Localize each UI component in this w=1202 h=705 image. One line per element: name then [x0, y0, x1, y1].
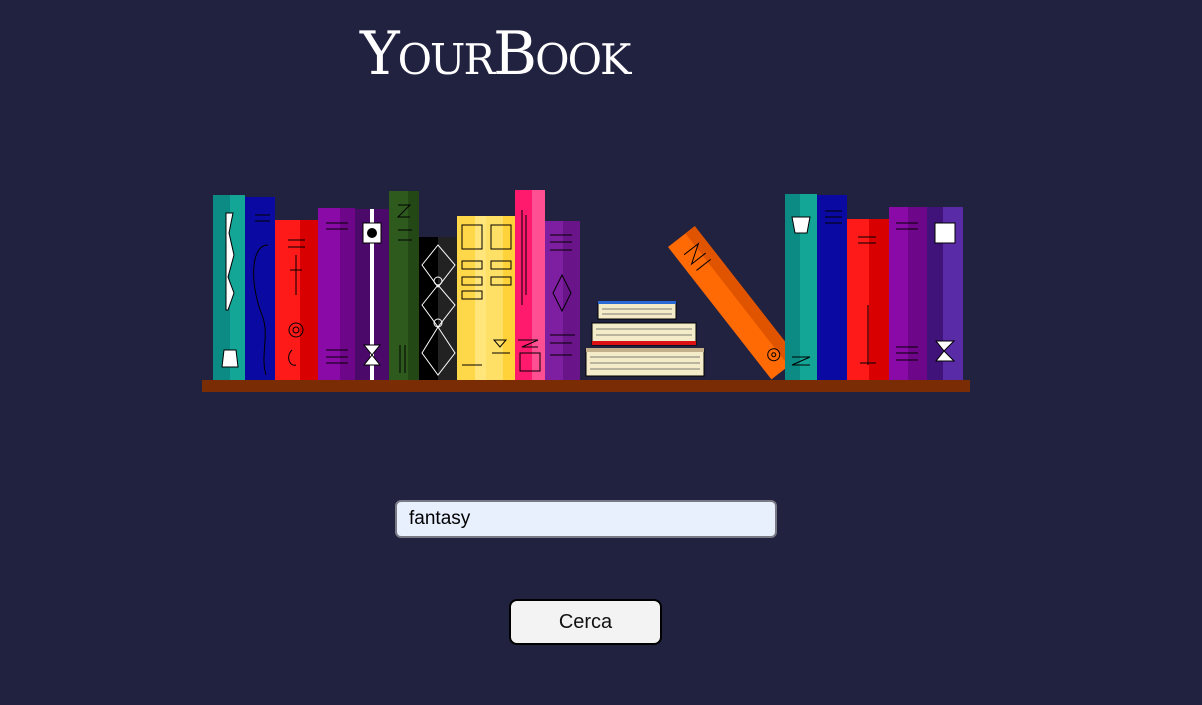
- bookshelf-illustration: [202, 190, 970, 392]
- book-violet-right: [927, 207, 963, 380]
- book-purple-right: [889, 207, 927, 380]
- shelf-board: [202, 380, 970, 392]
- search-button[interactable]: Cerca: [509, 599, 662, 645]
- site-logo: YourBook: [360, 19, 631, 89]
- book-stack: [585, 301, 705, 377]
- book-teal-right: [785, 194, 817, 380]
- book-black: [419, 237, 457, 380]
- book-blue: [245, 197, 275, 380]
- book-blue-right: [817, 195, 847, 380]
- book-yellow-2: [486, 216, 515, 380]
- book-pink: [515, 190, 545, 380]
- book-red: [275, 220, 318, 380]
- book-purple-2: [545, 221, 580, 380]
- book-teal: [213, 195, 245, 380]
- book-purple: [318, 208, 355, 380]
- book-red-right: [847, 219, 889, 380]
- book-dark-purple: [355, 209, 389, 380]
- search-input[interactable]: [395, 500, 777, 538]
- book-yellow-1: [457, 216, 486, 380]
- book-green: [389, 191, 419, 380]
